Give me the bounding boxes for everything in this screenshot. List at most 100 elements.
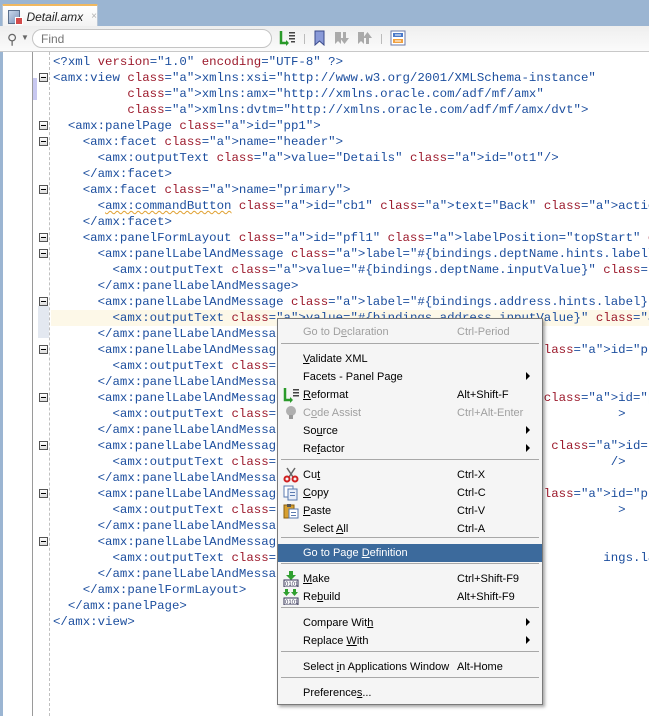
fold-toggle-icon[interactable] [39,393,48,402]
change-marker [38,306,49,338]
menu-separator [281,651,539,652]
submenu-arrow-icon [526,636,530,644]
menu-item-label: Preferences... [303,687,372,699]
menu-item-facets-panel-page[interactable]: Facets - Panel Page [278,368,542,386]
previous-bookmark-icon[interactable] [357,30,373,46]
code-line[interactable]: <amx:panelFormLayout class="a">id="pfl1"… [53,230,649,246]
code-line[interactable]: <amx:commandButton class="a">id="cb1" cl… [53,198,649,214]
code-line[interactable]: <amx:outputText class="a">value="#{bindi… [53,262,649,278]
submenu-arrow-icon [526,444,530,452]
menu-item-go-to-declaration[interactable]: Go to Declaration Ctrl-Period [278,323,542,341]
chevron-down-icon[interactable]: ▼ [21,33,29,42]
menu-item-make[interactable]: 0101 Make Ctrl+Shift-F9 [278,570,542,588]
menu-item-shortcut: Alt+Shift-F [457,389,509,401]
menu-item-rebuild[interactable]: 0101 Rebuild Alt+Shift-F9 [278,588,542,606]
submenu-arrow-icon [526,618,530,626]
submenu-arrow-icon [526,426,530,434]
menu-separator [281,677,539,678]
menu-item-refactor[interactable]: Refactor [278,440,542,458]
reformat-icon[interactable] [279,30,295,46]
code-line[interactable]: </amx:panelLabelAndMessage> [53,278,649,294]
menu-item-label: Go to Page Definition [303,547,408,559]
page-definition-icon[interactable] [390,30,406,46]
code-line[interactable]: <?xml version="1.0" encoding="UTF-8" ?> [53,54,649,70]
menu-item-label: Validate XML [303,353,368,365]
menu-item-source[interactable]: Source [278,422,542,440]
reformat-icon [283,387,299,403]
menu-item-go-to-page-definition[interactable]: Go to Page Definition [278,544,542,562]
submenu-arrow-icon [526,372,530,380]
menu-separator [281,563,539,564]
menu-item-shortcut: Ctrl+Alt-Enter [457,407,524,419]
code-line[interactable]: <amx:panelLabelAndMessage class="a">labe… [53,294,649,310]
menu-item-select-all[interactable]: Select All Ctrl-A [278,520,542,538]
toolbar-separator [304,34,305,44]
menu-item-shortcut: Alt+Shift-F9 [457,591,515,603]
menu-item-label: Rebuild [303,591,341,603]
menu-item-label: Compare With [303,617,374,629]
lightbulb-icon [283,405,299,421]
menu-item-code-assist[interactable]: Code Assist Ctrl+Alt-Enter [278,404,542,422]
menu-item-label: Refactor [303,443,345,455]
menu-item-replace-with[interactable]: Replace With [278,632,542,650]
menu-separator [281,459,539,460]
fold-toggle-icon[interactable] [39,121,48,130]
menu-item-label: Go to Declaration [303,326,389,338]
menu-item-validate-xml[interactable]: Validate XML [278,350,542,368]
next-bookmark-icon[interactable] [334,30,350,46]
svg-text:0101: 0101 [285,600,299,605]
menu-item-label: Select All [303,523,349,535]
code-line[interactable]: <amx:view class="a">xmlns:xsi="http://ww… [53,70,649,86]
menu-item-shortcut: Ctrl-A [457,523,486,535]
code-line[interactable]: <amx:outputText class="a">value="Details… [53,150,649,166]
find-input[interactable] [32,29,272,48]
toolbar-separator [381,34,382,44]
code-line[interactable]: </amx:facet> [53,166,649,182]
fold-toggle-icon[interactable] [39,233,48,242]
code-line[interactable]: </amx:facet> [53,214,649,230]
menu-item-shortcut: Ctrl-Period [457,326,510,338]
menu-item-compare-with[interactable]: Compare With [278,614,542,632]
fold-toggle-icon[interactable] [39,297,48,306]
code-line[interactable]: <amx:facet class="a">name="header"> [53,134,649,150]
svg-text:0101: 0101 [285,582,299,587]
search-icon[interactable]: ⚲ [7,31,17,48]
code-line[interactable]: <amx:facet class="a">name="primary"> [53,182,649,198]
fold-toggle-icon[interactable] [39,537,48,546]
code-line[interactable]: class="a">xmlns:dvtm="http://xmlns.oracl… [53,102,649,118]
code-line[interactable]: <amx:panelLabelAndMessage class="a">labe… [53,246,649,262]
menu-item-copy[interactable]: Copy Ctrl-C [278,484,542,502]
menu-item-reformat[interactable]: Reformat Alt+Shift-F [278,386,542,404]
menu-item-label: Select in Applications Window [303,661,450,673]
amx-file-icon [8,9,24,25]
menu-separator [281,343,539,344]
menu-item-paste[interactable]: Paste Ctrl-V [278,502,542,520]
menu-item-cut[interactable]: Cut Ctrl-X [278,466,542,484]
fold-toggle-icon[interactable] [39,489,48,498]
menu-item-label: Replace With [303,635,369,647]
menu-separator [281,607,539,608]
fold-toggle-icon[interactable] [39,441,48,450]
code-line[interactable]: <amx:panelPage class="a">id="pp1"> [53,118,649,134]
editor-tab-strip: Detail.amx × [0,0,649,27]
menu-separator [281,537,539,538]
fold-toggle-icon[interactable] [39,185,48,194]
fold-toggle-icon[interactable] [39,249,48,258]
context-menu: Go to Declaration Ctrl-Period Validate XML… [277,318,543,705]
menu-item-label: Source [303,425,338,437]
menu-item-label: Cut [303,469,321,481]
close-tab-icon[interactable]: × [91,11,97,22]
editor-gutter [33,52,50,716]
tab-detail-amx[interactable]: Detail.amx × [2,4,98,27]
code-line[interactable]: class="a">xmlns:amx="http://xmlns.oracle… [53,86,649,102]
make-icon: 0101 [283,571,299,588]
fold-toggle-icon[interactable] [39,345,48,354]
fold-toggle-icon[interactable] [39,73,48,82]
menu-item-preferences[interactable]: Preferences... [278,684,542,702]
menu-item-label: Make [303,573,330,585]
bookmark-icon[interactable] [312,30,328,47]
rebuild-icon: 0101 [283,589,299,606]
menu-item-select-in-applications-window[interactable]: Select in Applications Window Alt-Home [278,658,542,676]
fold-toggle-icon[interactable] [39,137,48,146]
menu-item-shortcut: Alt-Home [457,661,503,673]
